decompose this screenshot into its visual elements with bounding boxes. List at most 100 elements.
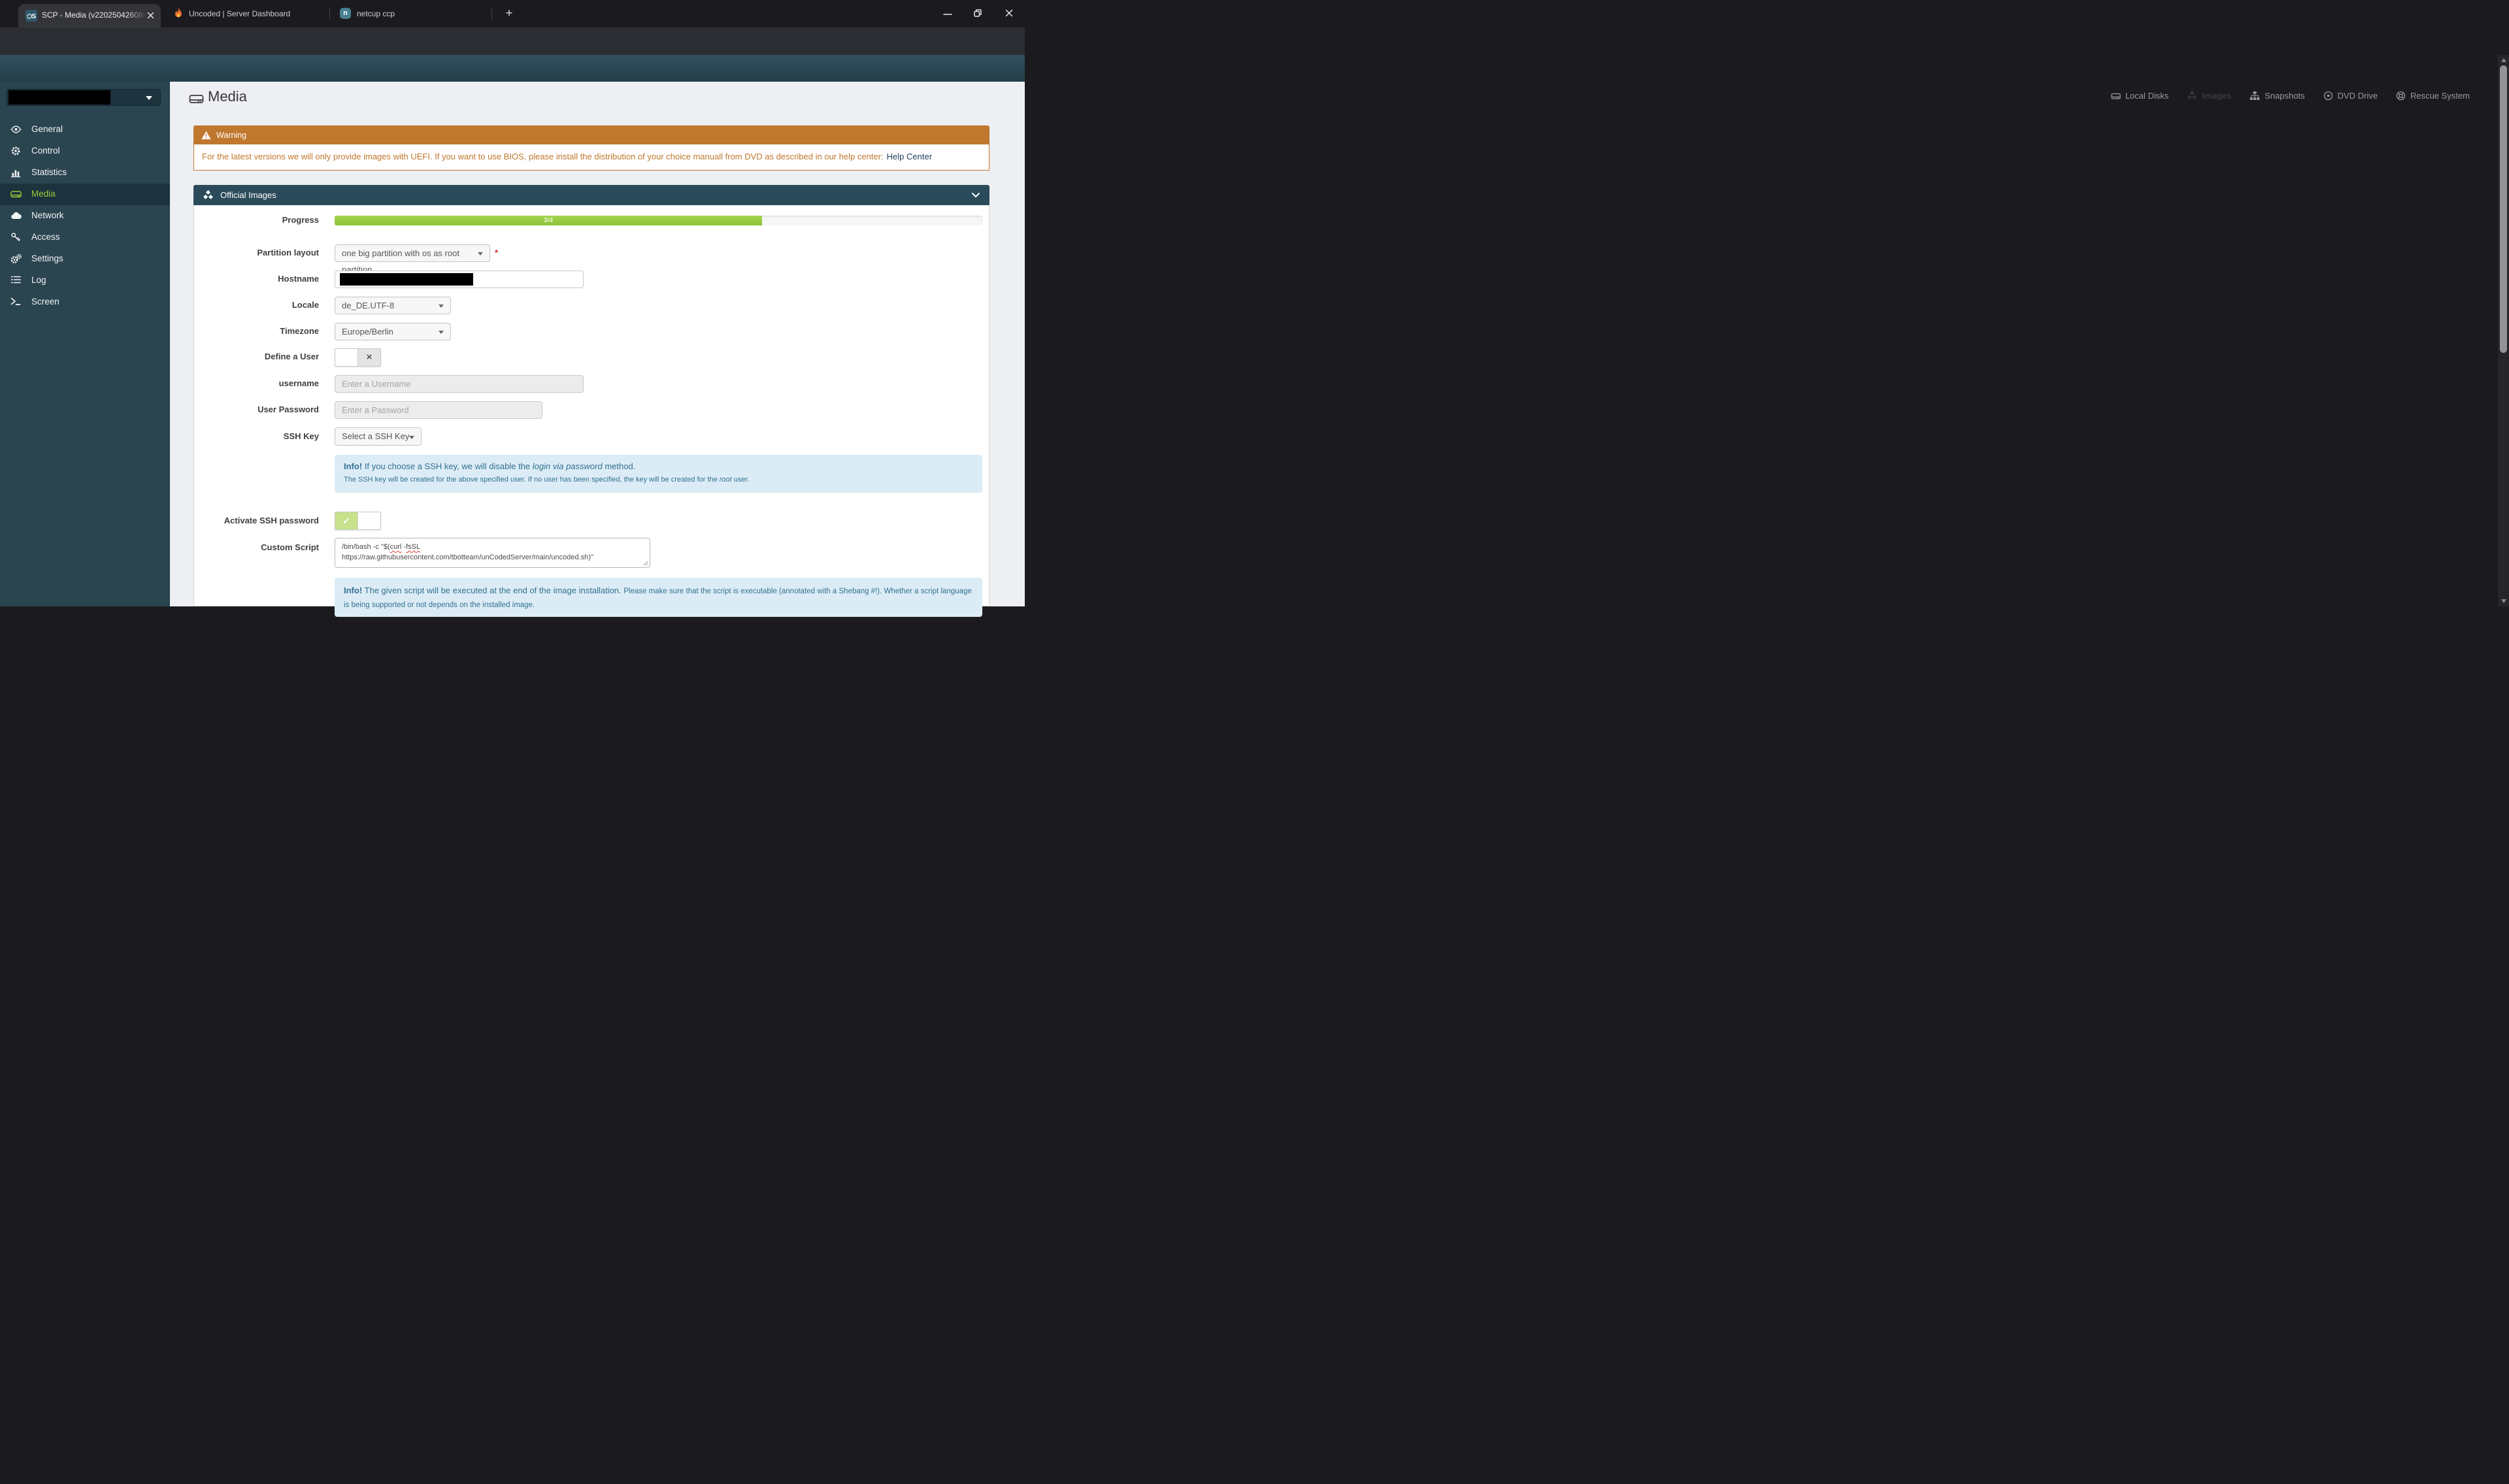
window-minimize-button[interactable] xyxy=(942,8,954,19)
ssh-key-select[interactable]: Select a SSH Key xyxy=(335,427,422,446)
warning-body: For the latest versions we will only pro… xyxy=(193,144,989,171)
uncoded-favicon-flame-icon xyxy=(174,8,183,19)
scroll-up-icon[interactable] xyxy=(2501,58,2506,62)
caret-down-icon xyxy=(478,252,483,256)
activate-ssh-password-toggle[interactable]: ✓ xyxy=(335,512,381,530)
script-info-box: Info! The given script will be executed … xyxy=(335,578,982,617)
svg-text:S: S xyxy=(32,13,37,20)
warning-title: Warning xyxy=(216,130,247,140)
tab-local-disks[interactable]: Local Disks xyxy=(2111,91,2168,101)
eye-icon xyxy=(10,124,22,135)
tab-scp-media[interactable]: S SCP - Media (v220250426089232 xyxy=(18,4,161,27)
label-define-user: Define a User xyxy=(264,352,319,361)
label-locale: Locale xyxy=(291,300,319,310)
timezone-select[interactable]: Europe/Berlin xyxy=(335,323,451,340)
media-hdd-icon xyxy=(189,92,204,105)
browser-toolbar: servercontrolpanel.de/SCP/Home?# 1 xyxy=(0,27,1025,78)
window-close-button[interactable] xyxy=(1004,8,1014,18)
caret-down-icon xyxy=(439,331,444,334)
life-ring-icon xyxy=(2396,91,2406,101)
tab-separator xyxy=(491,8,492,19)
sidebar-item-media[interactable]: Media xyxy=(0,184,170,205)
scrollbar-thumb[interactable] xyxy=(2500,65,2507,353)
resize-handle-icon[interactable] xyxy=(643,561,648,566)
window-restore-button[interactable] xyxy=(972,8,983,18)
terminal-icon xyxy=(10,297,21,306)
label-progress: Progress xyxy=(282,215,319,225)
tab-snapshots[interactable]: Snapshots xyxy=(2250,91,2305,101)
tab-dvd-drive[interactable]: DVD Drive xyxy=(2323,91,2378,101)
label-custom-script: Custom Script xyxy=(261,542,319,552)
custom-script-textarea[interactable]: /bin/bash -c "$(curl -fsSL https://raw.g… xyxy=(335,538,650,568)
label-hostname: Hostname xyxy=(278,274,319,284)
caret-down-icon xyxy=(409,436,414,439)
tab-title: SCP - Media (v220250426089232 xyxy=(42,10,146,20)
toggle-off-x-icon: × xyxy=(357,349,380,366)
cubes-icon xyxy=(2187,91,2197,99)
page-title: Media xyxy=(208,88,247,105)
tab-rescue-system[interactable]: Rescue System xyxy=(2396,91,2470,101)
caret-down-icon xyxy=(439,305,444,308)
label-username: username xyxy=(278,378,319,388)
define-user-toggle[interactable]: × xyxy=(335,348,381,367)
sitemap-icon xyxy=(2250,91,2260,100)
warning-icon xyxy=(201,131,211,139)
gears-icon xyxy=(10,254,22,264)
hdd-icon xyxy=(10,189,22,199)
tab-netcup[interactable]: n netcup ccp xyxy=(340,8,395,19)
server-select-dropdown[interactable] xyxy=(7,89,161,106)
tab-separator xyxy=(329,8,330,19)
cubes-icon xyxy=(203,190,213,199)
warning-header: Warning xyxy=(193,125,989,144)
label-user-password: User Password xyxy=(258,404,319,414)
tab-close-icon[interactable] xyxy=(146,11,155,20)
page-scrollbar[interactable] xyxy=(2498,55,2509,606)
sidebar-item-control[interactable]: Control xyxy=(0,140,170,162)
label-activate-ssh: Activate SSH password xyxy=(224,516,319,525)
cloud-icon xyxy=(10,210,22,220)
disc-icon xyxy=(2323,91,2333,101)
help-center-link[interactable]: Help Center xyxy=(887,152,932,161)
progress-bar: 3/4 xyxy=(335,216,982,225)
gear-icon xyxy=(10,146,21,156)
label-ssh-key: SSH Key xyxy=(283,431,319,441)
panel-title: Official Images xyxy=(220,190,276,200)
sidebar: General Control Statistics Media Network… xyxy=(0,82,170,606)
scp-favicon: S xyxy=(25,10,37,22)
tab-images[interactable]: Images xyxy=(2187,91,2231,101)
user-password-input[interactable] xyxy=(335,401,542,419)
sidebar-item-settings[interactable]: Settings xyxy=(0,248,170,270)
media-tabs: Local Disks Images Snapshots DVD Drive R… xyxy=(2111,91,2470,101)
locale-select[interactable]: de_DE.UTF-8 xyxy=(335,297,451,314)
tab-title: Uncoded | Server Dashboard xyxy=(189,8,291,18)
username-input[interactable] xyxy=(335,375,584,393)
sidebar-item-general[interactable]: General xyxy=(0,119,170,140)
chevron-down-icon[interactable] xyxy=(971,192,980,199)
list-icon xyxy=(10,275,21,284)
scroll-down-icon[interactable] xyxy=(2501,599,2506,603)
new-tab-button[interactable]: + xyxy=(501,5,518,22)
toggle-on-check-icon: ✓ xyxy=(335,512,358,529)
sidebar-item-statistics[interactable]: Statistics xyxy=(0,162,170,184)
tab-title: netcup ccp xyxy=(357,8,395,18)
sidebar-item-access[interactable]: Access xyxy=(0,227,170,248)
redacted-server-name xyxy=(8,90,110,105)
label-timezone: Timezone xyxy=(280,326,319,336)
redacted-hostname xyxy=(340,273,473,286)
bar-chart-icon xyxy=(10,167,21,178)
required-asterisk: * xyxy=(495,248,499,257)
ssh-key-info-box: Info! If you choose a SSH key, we will d… xyxy=(335,455,982,493)
official-images-header[interactable]: Official Images xyxy=(193,185,989,205)
caret-down-icon xyxy=(146,96,152,100)
label-partition-layout: Partition layout xyxy=(257,248,319,257)
sidebar-item-log[interactable]: Log xyxy=(0,270,170,291)
hdd-icon xyxy=(2111,93,2121,99)
app-header: Control Panel Server Home Options REST A… xyxy=(0,55,1025,132)
netcup-favicon: n xyxy=(340,8,351,19)
sidebar-item-screen[interactable]: Screen xyxy=(0,291,170,313)
key-icon xyxy=(10,232,21,242)
tab-uncoded[interactable]: Uncoded | Server Dashboard xyxy=(174,8,290,19)
sidebar-item-network[interactable]: Network xyxy=(0,205,170,227)
partition-layout-select[interactable]: one big partition with os as root partit… xyxy=(335,244,490,274)
browser-tab-strip: S SCP - Media (v220250426089232 Uncoded … xyxy=(0,0,1025,27)
